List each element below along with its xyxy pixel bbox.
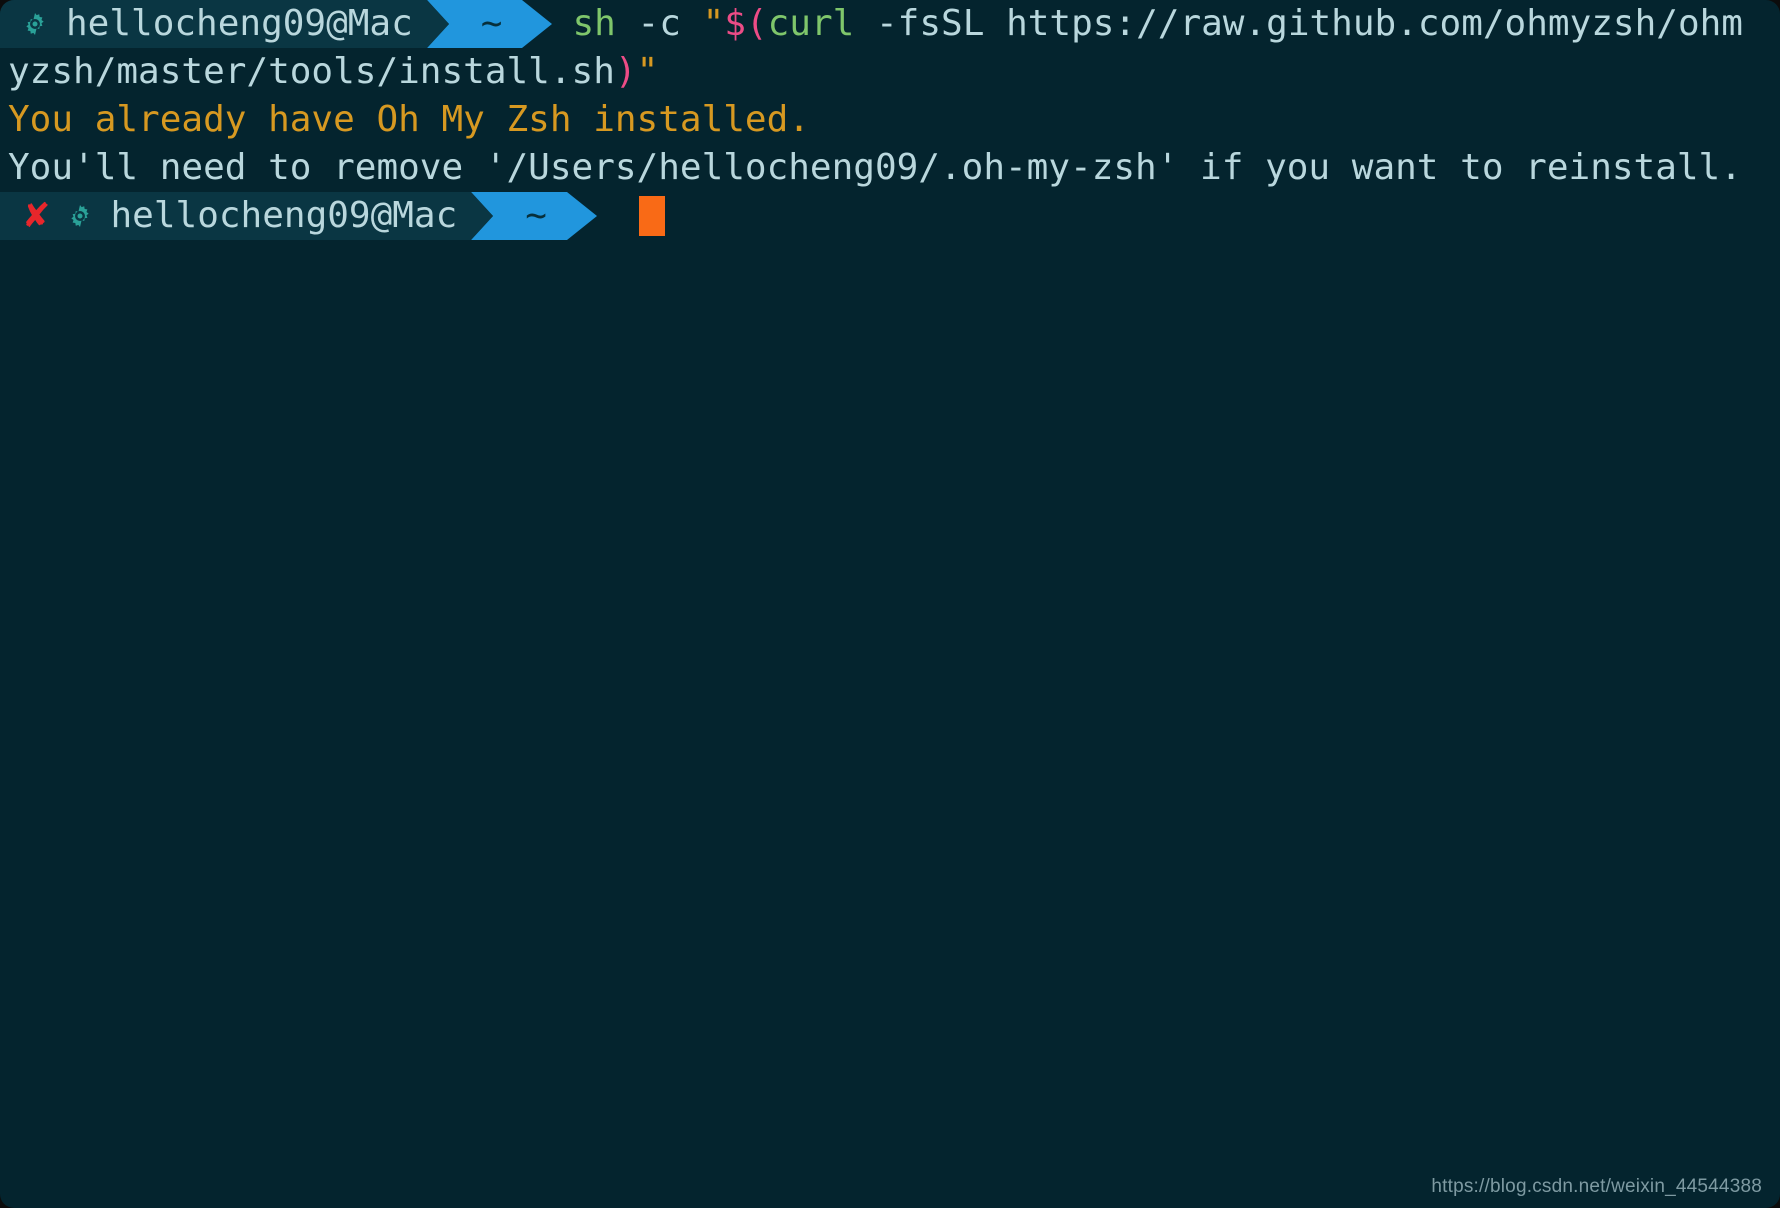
command-wrap-line: yzsh/master/tools/install.sh)"	[0, 48, 1780, 96]
command-token-sh: sh	[572, 3, 616, 44]
command-input-line[interactable]: sh -c " $(curl -fsSL https://raw.github.c…	[556, 0, 1743, 48]
prompt-user-segment-2: ✘ hellocheng09@Mac	[0, 192, 472, 240]
active-command-input[interactable]	[601, 192, 665, 240]
command-token-url-part-1: https://raw.github.com/ohmyzsh/ohm	[1006, 3, 1743, 44]
watermark-url: https://blog.csdn.net/weixin_44544388	[1431, 1176, 1762, 1197]
command-token-flag-c: -c	[637, 3, 681, 44]
prompt-directory-segment: ~	[460, 0, 523, 48]
prompt-separator-left-icon-2	[471, 192, 506, 240]
error-status-icon: ✘	[22, 196, 51, 236]
prompt-line-first: hellocheng09@Mac ~ sh -c " $(curl -fsSL h…	[0, 0, 1780, 48]
command-token-open-quote: "	[702, 3, 725, 44]
command-token-curl: curl	[767, 3, 855, 44]
terminal-window[interactable]: hellocheng09@Mac ~ sh -c " $(curl -fsSL h…	[0, 0, 1780, 1208]
command-space-3	[854, 0, 876, 48]
prompt-user-host: hellocheng09@Mac	[66, 3, 413, 44]
prompt-directory-segment-2: ~	[505, 192, 567, 240]
command-token-url-part-2: yzsh/master/tools/install.sh	[8, 51, 615, 92]
command-space-4	[984, 0, 1006, 48]
output-line-info: You'll need to remove '/Users/hellocheng…	[8, 147, 1742, 188]
text-cursor	[638, 196, 665, 236]
prompt-directory-label: ~	[480, 3, 503, 44]
gear-icon	[22, 11, 48, 37]
command-token-close-paren: )	[614, 51, 637, 92]
output-line-warning: You already have Oh My Zsh installed.	[8, 99, 810, 140]
prompt-separator-left-icon	[426, 0, 461, 48]
command-token-fssl-flag: -fsSL	[876, 3, 985, 44]
prompt-separator-right-icon-2	[566, 192, 601, 240]
prompt-user-segment: hellocheng09@Mac	[0, 0, 427, 48]
prompt-directory-label-2: ~	[525, 195, 547, 236]
command-space-1	[616, 0, 638, 48]
terminal-output-area[interactable]: hellocheng09@Mac ~ sh -c " $(curl -fsSL h…	[0, 0, 1780, 1208]
command-space-2	[681, 0, 703, 48]
command-token-dollar-paren: $(	[724, 3, 768, 44]
prompt-user-host-2: hellocheng09@Mac	[110, 195, 458, 236]
gear-icon	[67, 203, 93, 229]
prompt-separator-right-icon	[522, 0, 556, 48]
command-token-close-quote: "	[636, 51, 659, 92]
prompt-line-second: ✘ hellocheng09@Mac ~	[0, 192, 1780, 240]
